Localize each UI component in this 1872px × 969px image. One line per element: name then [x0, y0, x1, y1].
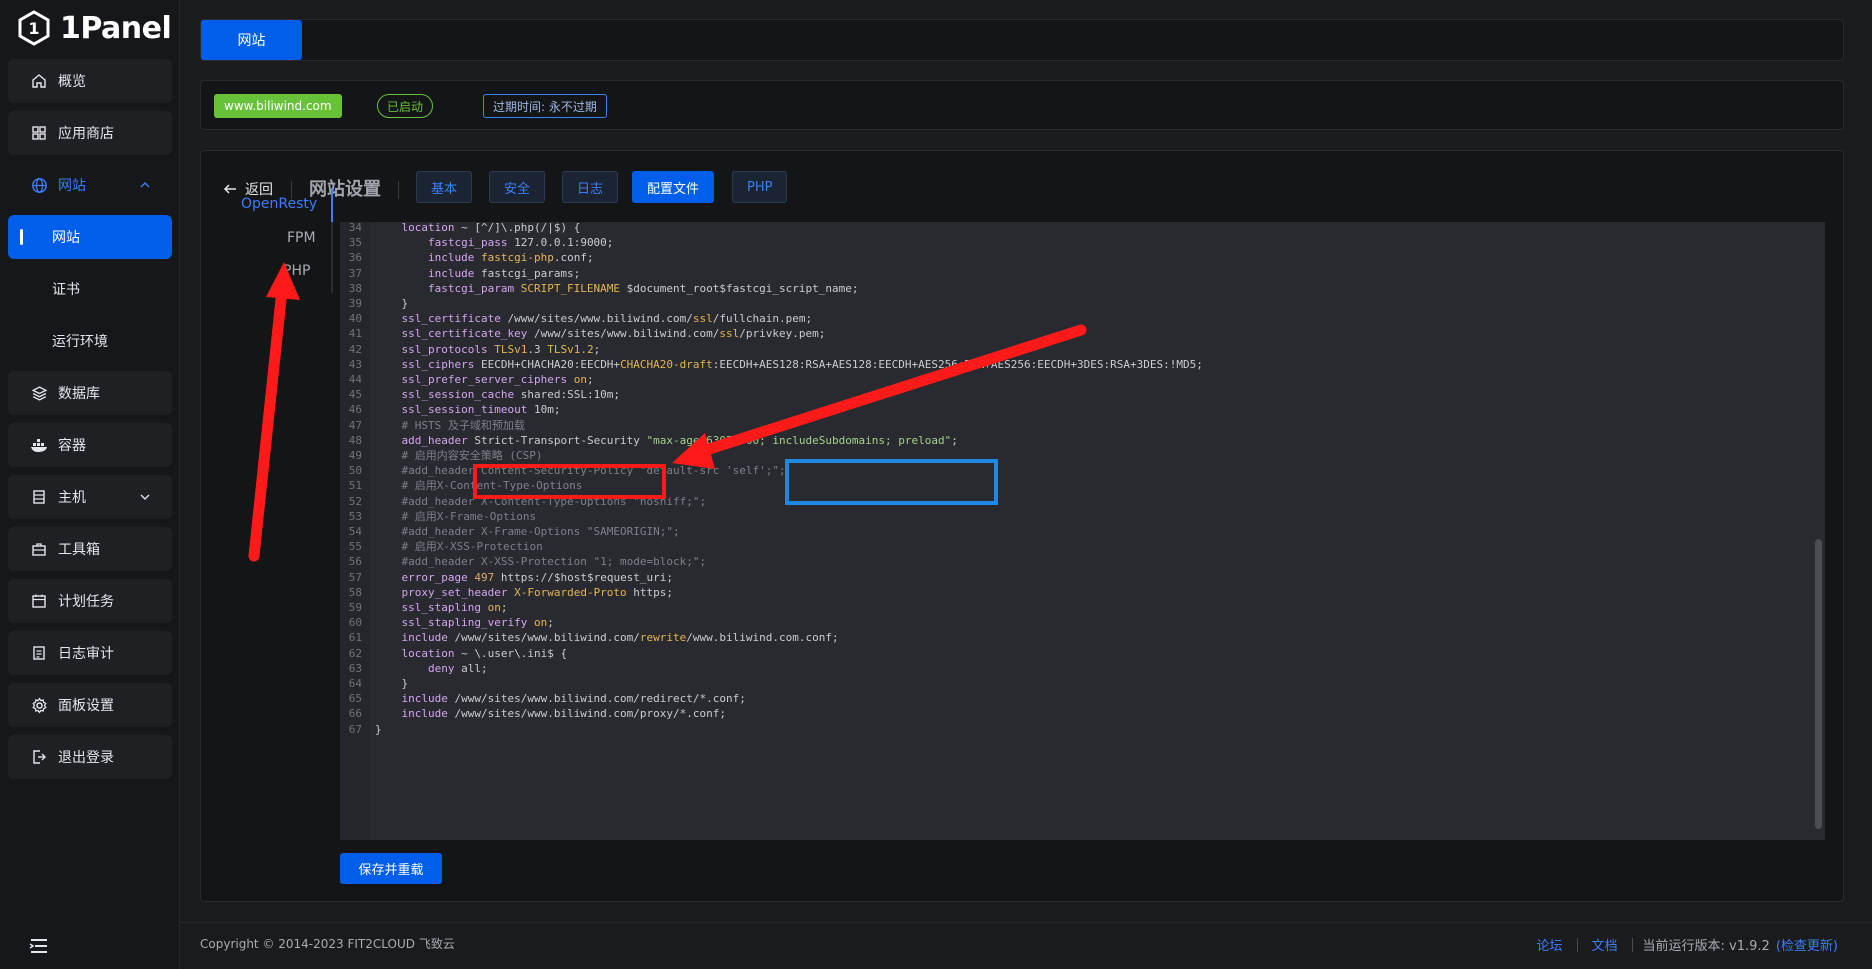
sidebar-item-label: 面板设置 — [58, 698, 114, 714]
docker-icon — [30, 436, 48, 454]
forum-link[interactable]: 论坛 — [1523, 935, 1577, 954]
save-reload-button[interactable]: 保存并重载 — [340, 853, 442, 884]
1panel-logo-icon: 1 — [18, 10, 50, 46]
sidebar-item-label: 网站 — [58, 178, 86, 194]
code-text: } — [375, 722, 382, 736]
chevron-down-icon — [140, 494, 150, 500]
version-label: 当前运行版本: v1.9.2 — [1642, 939, 1770, 954]
globe-icon — [30, 176, 48, 194]
sidebar-item-host[interactable]: 主机 — [8, 475, 172, 519]
logout-icon — [30, 748, 48, 766]
sidebar-item-appstore[interactable]: 应用商店 — [8, 111, 172, 155]
submenu-item-label: 运行环境 — [52, 334, 108, 350]
code-text: include /www/sites/www.biliwind.com/prox… — [401, 707, 727, 721]
gear-icon — [30, 696, 48, 714]
sidebar-item-overview[interactable]: 概览 — [8, 59, 172, 103]
sidebar-item-label: 数据库 — [58, 386, 100, 402]
grid-icon — [30, 124, 48, 142]
home-icon — [30, 72, 48, 90]
server-icon — [30, 488, 48, 506]
site-info-bar: www.biliwind.com 已启动 过期时间: 永不过期 — [200, 80, 1844, 130]
tab-website[interactable]: 网站 — [201, 20, 302, 60]
copyright: Copyright © 2014-2023 FIT2CLOUD 飞致云 — [200, 937, 455, 951]
side-tab-openresty[interactable]: OpenResty — [241, 196, 1835, 212]
submenu-item-website[interactable]: 网站 — [8, 215, 172, 259]
layers-icon — [30, 384, 48, 402]
sidebar-item-label: 应用商店 — [58, 126, 114, 142]
page-tabbar: 网站 — [200, 19, 1844, 61]
sidebar-item-label: 概览 — [58, 74, 86, 90]
submenu-item-certificate[interactable]: 证书 — [8, 267, 172, 311]
domain-tag: www.biliwind.com — [214, 94, 342, 118]
site-settings-panel: 返回 网站设置 基本 安全 日志 配置文件 PHP OpenResty FPM … — [200, 150, 1844, 902]
sidebar-item-label: 容器 — [58, 438, 86, 454]
submenu-item-label: 证书 — [52, 282, 80, 298]
menu-collapse-icon[interactable] — [28, 935, 50, 957]
arrow-left-icon — [223, 184, 236, 194]
sidebar-item-label: 退出登录 — [58, 750, 114, 766]
website-submenu: 网站 证书 运行环境 — [8, 215, 172, 363]
status-badge: 已启动 — [377, 94, 434, 118]
line-number: 67 — [348, 722, 362, 736]
expire-badge: 过期时间: 永不过期 — [483, 94, 607, 118]
submenu-item-label: 网站 — [52, 230, 80, 246]
sidebar-item-toolbox[interactable]: 工具箱 — [8, 527, 172, 571]
sidebar-item-label: 主机 — [58, 490, 86, 506]
svg-text:1: 1 — [28, 19, 39, 38]
sidebar-item-database[interactable]: 数据库 — [8, 371, 172, 415]
sidebar-item-container[interactable]: 容器 — [8, 423, 172, 467]
sidebar-item-cron[interactable]: 计划任务 — [8, 579, 172, 623]
app-name: 1Panel — [60, 10, 172, 46]
sidebar-item-label: 计划任务 — [58, 594, 114, 610]
footer-links: 论坛 文档 当前运行版本: v1.9.2 (检查更新) — [1523, 935, 1838, 954]
footer-divider — [180, 922, 1872, 923]
sidebar: 1 1Panel 概览 应用商店 网站 网站 证书 运行环境 数据库 容器 主机… — [0, 0, 180, 969]
check-update-link[interactable]: (检查更新) — [1770, 935, 1838, 954]
docs-link[interactable]: 文档 — [1578, 935, 1632, 954]
sidebar-item-settings[interactable]: 面板设置 — [8, 683, 172, 727]
submenu-item-runtime[interactable]: 运行环境 — [8, 319, 172, 363]
code-text: fastcgi_param SCRIPT_FILENAME $document_… — [427, 281, 859, 295]
log-icon — [30, 644, 48, 662]
config-code-editor[interactable]: 34 location ~ [^/]\.php(/|$) {35 fastcgi… — [340, 222, 1825, 840]
sidebar-menu: 概览 应用商店 网站 网站 证书 运行环境 数据库 容器 主机 工具箱 计划任务… — [8, 59, 172, 787]
calendar-icon — [30, 592, 48, 610]
app-logo[interactable]: 1 1Panel — [0, 0, 179, 56]
sidebar-item-logout[interactable]: 退出登录 — [8, 735, 172, 779]
toolbox-icon — [30, 540, 48, 558]
sidebar-item-logs[interactable]: 日志审计 — [8, 631, 172, 675]
editor-scrollbar[interactable] — [1815, 539, 1822, 829]
sidebar-item-label: 工具箱 — [58, 542, 100, 558]
sidebar-item-website[interactable]: 网站 — [8, 163, 172, 207]
sidebar-item-label: 日志审计 — [58, 646, 114, 662]
annotation-highlight-blue — [785, 459, 998, 505]
chevron-up-icon — [140, 182, 150, 188]
annotation-highlight-red — [473, 464, 666, 499]
